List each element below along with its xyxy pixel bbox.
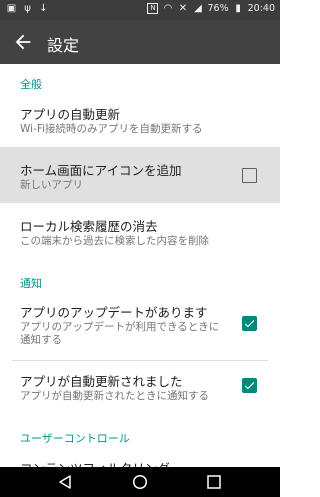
setting-add-icon-home[interactable]: ホーム画面にアイコンを追加 新しいアプリ (0, 147, 280, 203)
back-arrow-icon[interactable] (12, 31, 34, 53)
signal-icon: ◢ (194, 3, 202, 14)
mute-icon: ✕ (178, 3, 188, 14)
navigation-bar (0, 467, 280, 497)
update-available-checkbox[interactable] (242, 316, 257, 331)
setting-subtitle: Wi-Fi接続時のみアプリを自動更新する (20, 123, 203, 135)
app-bar: 設定 (0, 20, 280, 64)
setting-subtitle: この端末から過去に検索した内容を削除 (20, 235, 209, 247)
setting-subtitle: 新しいアプリ (20, 179, 83, 191)
battery-icon: ▮ (235, 3, 241, 14)
setting-auto-update[interactable]: アプリの自動更新 Wi-Fi接続時のみアプリを自動更新する (0, 94, 280, 146)
setting-title: コンテンツフィルタリング (20, 458, 170, 467)
setting-title: アプリが自動更新されました (20, 374, 183, 389)
check-icon (244, 320, 255, 328)
page-title: 設定 (47, 36, 80, 55)
setting-subtitle-line2: 通知する (20, 334, 62, 346)
setting-content-filtering[interactable]: コンテンツフィルタリング (0, 447, 280, 467)
image-notification-icon: ▣ (6, 3, 17, 14)
setting-auto-updated[interactable]: アプリが自動更新されました アプリが自動更新されたときに通知する (0, 361, 280, 411)
nfc-icon: N (147, 3, 159, 14)
setting-title: ローカル検索履歴の消去 (20, 219, 158, 234)
section-header-general: 全般 (20, 78, 42, 91)
status-bar: ▣ ψ ↓ N ◠ ✕ ◢ 76% ▮ 20:40 (0, 0, 280, 20)
settings-list[interactable]: 全般 アプリの自動更新 Wi-Fi接続時のみアプリを自動更新する ホーム画面にア… (0, 64, 280, 467)
setting-subtitle: アプリが自動更新されたときに通知する (20, 390, 209, 402)
auto-updated-checkbox[interactable] (242, 378, 257, 393)
setting-subtitle-line1: アプリのアップデートが利用できるときに (20, 321, 220, 333)
section-header-notifications: 通知 (20, 277, 42, 290)
setting-clear-history[interactable]: ローカル検索履歴の消去 この端末から過去に検索した内容を削除 (0, 204, 280, 256)
check-icon (244, 382, 255, 390)
setting-update-available[interactable]: アプリのアップデートがあります アプリのアップデートが利用できるときに 通知する (0, 292, 280, 350)
section-header-user-control: ユーザーコントロール (20, 432, 130, 445)
wifi-icon: ◠ (163, 3, 173, 14)
setting-title: アプリのアップデートがあります (20, 305, 208, 320)
nav-back-icon[interactable] (57, 474, 73, 490)
setting-title: ホーム画面にアイコンを追加 (20, 163, 182, 178)
download-icon: ↓ (39, 3, 48, 14)
nav-recents-icon[interactable] (206, 474, 222, 490)
usb-icon: ψ (24, 3, 31, 14)
clock: 20:40 (247, 3, 275, 14)
setting-title: アプリの自動更新 (20, 107, 121, 122)
add-icon-checkbox[interactable] (242, 168, 257, 183)
nav-home-icon[interactable] (132, 474, 148, 490)
battery-percentage: 76% (207, 3, 229, 14)
